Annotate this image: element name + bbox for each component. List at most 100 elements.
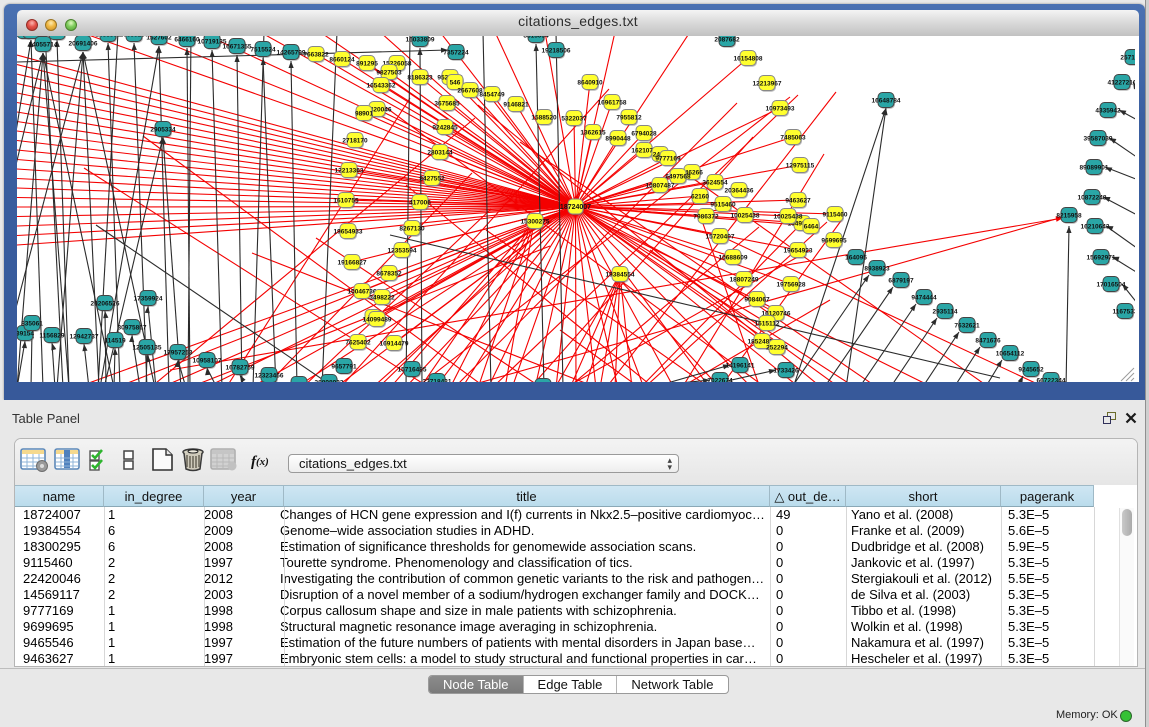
svg-text:1733426: 1733426 — [773, 367, 799, 374]
svg-text:2905334: 2905334 — [150, 126, 176, 133]
svg-text:8186323: 8186323 — [407, 74, 433, 81]
svg-text:10654112: 10654112 — [996, 350, 1025, 357]
svg-text:3675685: 3675685 — [434, 100, 460, 107]
svg-text:19654933: 19654933 — [334, 228, 363, 235]
svg-text:9657791: 9657791 — [331, 363, 357, 370]
svg-text:3624554: 3624554 — [702, 179, 728, 186]
svg-text:66722344: 66722344 — [1037, 377, 1066, 382]
svg-text:7515524: 7515524 — [250, 46, 276, 53]
svg-text:6466160: 6466160 — [174, 36, 200, 43]
svg-text:16648784: 16648784 — [872, 97, 901, 104]
svg-text:17359924: 17359924 — [134, 295, 163, 302]
svg-text:6464: 6464 — [804, 223, 819, 230]
svg-text:10973493: 10973493 — [766, 105, 795, 112]
svg-text:1615112: 1615112 — [755, 320, 780, 327]
svg-text:15300275: 15300275 — [521, 218, 550, 225]
svg-text:9474444: 9474444 — [911, 294, 937, 301]
svg-text:9084067: 9084067 — [744, 296, 770, 303]
svg-text:1610755: 1610755 — [333, 197, 359, 204]
svg-text:16782759: 16782759 — [226, 364, 255, 371]
svg-text:15692971: 15692971 — [1087, 254, 1116, 261]
svg-text:12353594: 12353594 — [388, 247, 417, 254]
svg-text:19756928: 19756928 — [777, 281, 806, 288]
svg-text:2458591: 2458591 — [95, 36, 121, 38]
svg-text:16543362: 16543362 — [367, 82, 396, 89]
svg-text:164095: 164095 — [845, 254, 867, 261]
svg-text:14196141: 14196141 — [726, 362, 755, 369]
svg-text:2718170: 2718170 — [342, 137, 368, 144]
svg-text:9146821: 9146821 — [503, 101, 529, 108]
svg-text:8454749: 8454749 — [479, 91, 505, 98]
svg-text:9245652: 9245652 — [1018, 366, 1044, 373]
svg-text:417006: 417006 — [409, 199, 431, 206]
svg-text:5322037: 5322037 — [561, 115, 587, 122]
svg-text:20206526: 20206526 — [91, 300, 120, 307]
svg-text:38898923: 38898923 — [315, 379, 344, 382]
svg-text:1588520: 1588520 — [531, 114, 557, 121]
svg-text:14055714: 14055714 — [29, 41, 58, 48]
svg-text:3498222: 3498222 — [369, 294, 395, 301]
svg-text:114519: 114519 — [104, 337, 126, 344]
svg-text:1156829: 1156829 — [40, 332, 65, 339]
svg-text:6794028: 6794028 — [631, 130, 657, 137]
svg-text:9242845: 9242845 — [432, 124, 458, 131]
svg-text:(x): (x) — [256, 456, 269, 468]
svg-text:12975115: 12975115 — [786, 162, 815, 169]
svg-text:2087682: 2087682 — [714, 36, 740, 43]
svg-text:8813054: 8813054 — [523, 36, 549, 39]
svg-text:16671355: 16671355 — [223, 43, 252, 50]
svg-text:9777169: 9777169 — [655, 155, 681, 162]
svg-text:7955812: 7955812 — [616, 114, 642, 121]
svg-text:19218506: 19218506 — [542, 47, 571, 54]
svg-text:20364436: 20364436 — [725, 187, 754, 194]
svg-text:10807487: 10807487 — [646, 182, 675, 189]
svg-text:10688609: 10688609 — [719, 254, 748, 261]
svg-text:546: 546 — [450, 79, 461, 86]
svg-text:12213967: 12213967 — [753, 80, 782, 87]
svg-text:9699695: 9699695 — [821, 237, 847, 244]
svg-text:14265799: 14265799 — [277, 49, 306, 56]
svg-text:47295260: 47295260 — [285, 381, 314, 382]
svg-text:41227216: 41227216 — [1108, 79, 1135, 86]
svg-text:9463627: 9463627 — [785, 197, 811, 204]
svg-text:18807249: 18807249 — [730, 276, 759, 283]
svg-text:7632621: 7632621 — [954, 322, 980, 329]
svg-text:8267130: 8267130 — [399, 225, 425, 232]
svg-text:20691406: 20691406 — [69, 40, 98, 47]
svg-text:15716485: 15716485 — [398, 366, 427, 373]
svg-text:7357224: 7357224 — [443, 49, 469, 56]
svg-text:17957253: 17957253 — [164, 349, 193, 356]
svg-text:1527602: 1527602 — [146, 36, 172, 41]
svg-text:4335942: 4335942 — [1095, 107, 1121, 114]
svg-text:10025438: 10025438 — [774, 213, 803, 220]
svg-text:7022674: 7022674 — [707, 377, 733, 382]
svg-text:16961758: 16961758 — [598, 99, 627, 106]
svg-text:14099489: 14099489 — [363, 316, 392, 323]
svg-text:891295: 891295 — [356, 60, 378, 67]
svg-text:8938923: 8938923 — [864, 265, 890, 272]
svg-text:12213363: 12213363 — [335, 167, 364, 174]
svg-text:6879197: 6879197 — [888, 277, 914, 284]
svg-text:8640910: 8640910 — [577, 79, 603, 86]
svg-text:7663822: 7663822 — [303, 51, 329, 58]
svg-text:62160: 62160 — [691, 193, 709, 200]
svg-text:16033809: 16033809 — [406, 36, 435, 43]
svg-text:16914479: 16914479 — [380, 340, 409, 347]
svg-text:2571945: 2571945 — [1120, 54, 1135, 61]
svg-text:19654923: 19654923 — [784, 247, 813, 254]
svg-text:23718431: 23718431 — [423, 378, 452, 382]
svg-text:89089901: 89089901 — [1080, 164, 1109, 171]
svg-text:19384554: 19384554 — [606, 271, 635, 278]
svg-text:2803144: 2803144 — [427, 149, 453, 156]
svg-text:10872248: 10872248 — [1078, 194, 1107, 201]
svg-text:39587039: 39587039 — [1084, 135, 1113, 142]
svg-text:1362615: 1362615 — [580, 129, 606, 136]
svg-text:10958107: 10958107 — [193, 357, 222, 364]
svg-text:252294: 252294 — [766, 344, 788, 351]
svg-text:2935114: 2935114 — [933, 308, 958, 315]
svg-text:12323466: 12323466 — [255, 372, 284, 379]
svg-text:10653267: 10653267 — [120, 36, 149, 38]
svg-text:8678352: 8678352 — [376, 270, 402, 277]
svg-text:7485063: 7485063 — [780, 134, 806, 141]
svg-text:7986372: 7986372 — [693, 213, 719, 220]
